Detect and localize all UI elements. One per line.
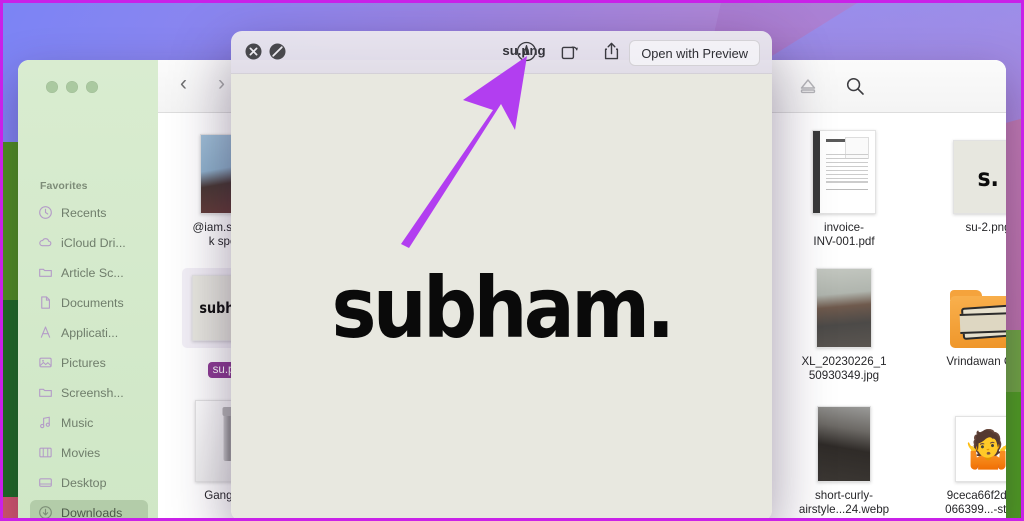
screenshot-root: Favorites Recents iCloud Dri... Article …: [0, 0, 1024, 521]
file-name: short-curly- airstyle...24.webp: [798, 489, 890, 516]
memoji-icon: 🤷: [964, 428, 1006, 470]
quicklook-window[interactable]: subham. su.png Open with Preview: [231, 31, 772, 521]
eject-icon: [800, 79, 816, 94]
file-name: su-2.png: [965, 221, 1006, 234]
sidebar-item-movies[interactable]: Movies: [30, 440, 148, 465]
sidebar-item-label: iCloud Dri...: [61, 235, 126, 250]
movies-folder-icon: [950, 286, 1006, 348]
sidebar-item-label: Music: [61, 415, 94, 430]
sidebar-item-label: Desktop: [61, 475, 107, 490]
document-icon: [41, 296, 50, 309]
file-item[interactable]: invoice- INV-001.pdf: [780, 126, 908, 249]
preview-wordmark: subham.: [331, 259, 675, 357]
forward-button[interactable]: ›: [218, 73, 225, 94]
file-item[interactable]: 🤷 9ceca66f2d08f3 066399...-sticker: [924, 394, 1006, 517]
sidebar-item-applications[interactable]: Applicati...: [30, 320, 148, 345]
sidebar-item-screenshots[interactable]: Screensh...: [30, 380, 148, 405]
desktop-icon: [39, 478, 52, 487]
file-item[interactable]: XL_20230226_1 50930349.jpg: [780, 260, 908, 383]
file-name: XL_20230226_1 50930349.jpg: [801, 355, 887, 382]
download-icon: [39, 506, 52, 519]
minimize-window-button[interactable]: [66, 81, 78, 93]
sidebar-item-icloud-drive[interactable]: iCloud Dri...: [30, 230, 148, 255]
sidebar-section-favorites: Favorites: [40, 180, 88, 192]
no-entry-icon: [269, 43, 286, 60]
photos-icon: [39, 357, 52, 368]
back-button[interactable]: ‹: [180, 73, 187, 94]
sidebar-item-label: Documents: [61, 295, 124, 310]
file-thumbnail: 🤷: [924, 394, 1006, 482]
finder-sidebar: Favorites Recents iCloud Dri... Article …: [18, 60, 158, 521]
quicklook-preview-area: subham.: [231, 73, 772, 521]
file-thumbnail: s.: [924, 126, 1006, 214]
sidebar-item-label: Applicati...: [61, 325, 119, 340]
file-thumbnail: [780, 394, 908, 482]
sidebar-item-recents[interactable]: Recents: [30, 200, 148, 225]
folder-icon: [39, 388, 52, 397]
music-note-icon: [40, 416, 51, 429]
file-item[interactable]: Vrindawan Clips: [924, 260, 1006, 369]
sidebar-item-desktop[interactable]: Desktop: [30, 470, 148, 495]
sidebar-item-label: Article Sc...: [61, 265, 124, 280]
folder-icon: [39, 268, 52, 277]
film-icon: [39, 447, 52, 458]
sidebar-item-pictures[interactable]: Pictures: [30, 350, 148, 375]
file-thumbnail: [780, 126, 908, 214]
sidebar-item-downloads[interactable]: Downloads: [30, 500, 148, 521]
markup-pen-icon: [516, 41, 537, 62]
sidebar-item-label: Recents: [61, 205, 107, 220]
file-item[interactable]: s. su-2.png: [924, 126, 1006, 235]
sidebar-item-label: Screensh...: [61, 385, 124, 400]
sidebar-item-label: Pictures: [61, 355, 106, 370]
window-traffic-lights[interactable]: [46, 81, 98, 93]
file-thumbnail: [924, 260, 1006, 348]
quicklook-fullscreen-button[interactable]: [268, 42, 287, 66]
rotate-button[interactable]: [560, 42, 580, 66]
rotate-icon: [561, 46, 578, 60]
search-icon: [846, 77, 864, 95]
sidebar-item-label: Movies: [61, 445, 101, 460]
sidebar-item-documents[interactable]: Documents: [30, 290, 148, 315]
file-name: invoice- INV-001.pdf: [813, 221, 875, 248]
sidebar-item-music[interactable]: Music: [30, 410, 148, 435]
file-thumbnail: [780, 260, 908, 348]
quicklook-close-button[interactable]: [244, 42, 263, 66]
file-name: Vrindawan Clips: [946, 355, 1006, 368]
close-icon: [245, 43, 262, 60]
sidebar-item-label: Downloads: [61, 505, 123, 520]
close-window-button[interactable]: [46, 81, 58, 93]
eject-button[interactable]: [798, 77, 818, 100]
share-button[interactable]: [602, 41, 621, 67]
cloud-icon: [39, 238, 52, 247]
quicklook-toolbar: su.png Open with Preview: [231, 31, 772, 74]
markup-button[interactable]: [516, 41, 537, 67]
search-button[interactable]: [845, 76, 865, 101]
clock-icon: [39, 206, 52, 219]
maximize-window-button[interactable]: [86, 81, 98, 93]
applications-icon: [40, 326, 51, 338]
sidebar-item-article-screenshots[interactable]: Article Sc...: [30, 260, 148, 285]
file-item[interactable]: short-curly- airstyle...24.webp: [780, 394, 908, 517]
share-icon: [604, 42, 619, 60]
open-with-preview-button[interactable]: Open with Preview: [629, 40, 760, 66]
file-name: 9ceca66f2d08f3 066399...-sticker: [945, 489, 1006, 516]
